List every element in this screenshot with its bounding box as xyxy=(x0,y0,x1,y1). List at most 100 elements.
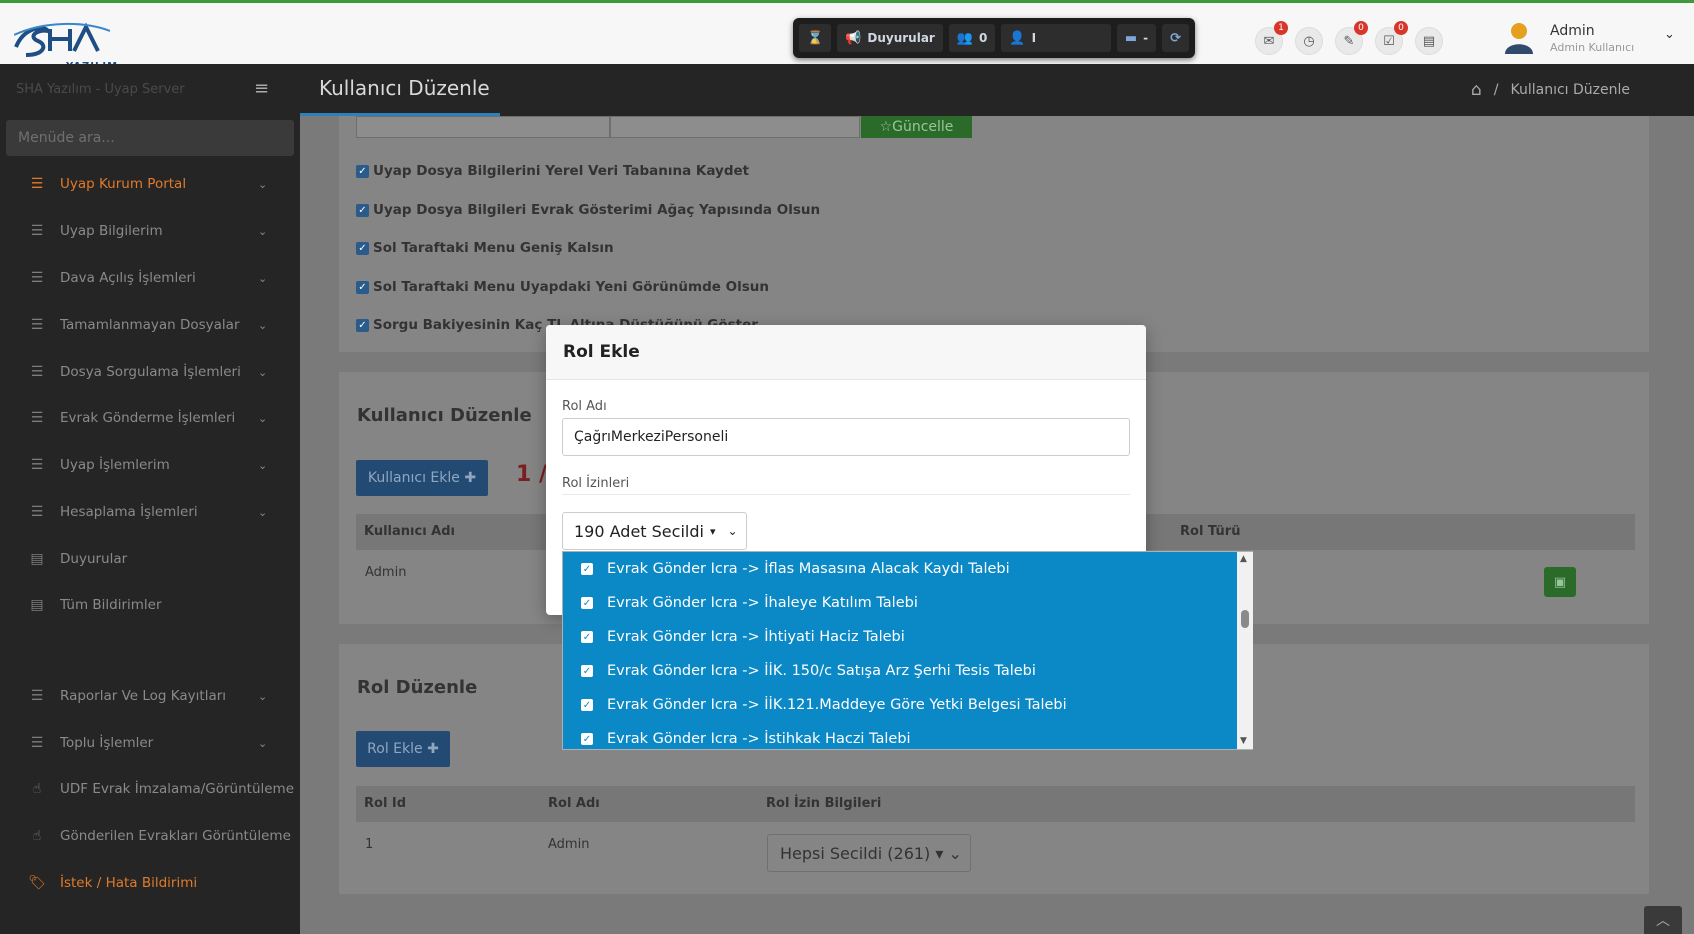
clock-button[interactable]: ◷ xyxy=(1295,27,1323,55)
setting-checkbox-1[interactable]: ✓ Uyap Dosya Bilgilerini Yerel Veri Taban… xyxy=(356,163,749,179)
mail-badge: 1 xyxy=(1274,21,1288,35)
checkbox-checked-icon: ✓ xyxy=(581,665,593,677)
sidebar-item-label: Dosya Sorgulama İşlemleri xyxy=(60,364,241,380)
add-user-button[interactable]: Kullanıcı Ekle ✚ xyxy=(356,460,488,496)
document-button[interactable]: ▤ xyxy=(1415,27,1443,55)
role-name-input[interactable] xyxy=(562,418,1130,456)
plus-icon: ✚ xyxy=(464,470,477,486)
user-name: Admin xyxy=(1550,23,1595,39)
checkbox-checked-icon: ✓ xyxy=(356,203,369,217)
content-header: Kullanıcı Düzenle ⌂ / Kullanıcı Düzenle xyxy=(300,64,1694,116)
sidebar-item-istek-hata[interactable]: 🏷 İstek / Hata Bildirimi xyxy=(0,863,300,903)
chevron-down-icon: ⌄ xyxy=(727,524,738,538)
hand-pointer-icon: ☝ xyxy=(32,828,42,844)
hamburger-menu-icon[interactable]: ≡ xyxy=(254,78,269,99)
hourglass-icon: ⌛ xyxy=(807,30,824,46)
stack-icon: ☰ xyxy=(30,410,44,426)
role-permissions-select[interactable]: Hepsi Secildi (261) ▾ ⌄ xyxy=(767,834,971,872)
sidebar-item-tum-bildirimler[interactable]: ▤ Tüm Bildirimler xyxy=(0,585,300,625)
permissions-dropdown-list: ✓ Evrak Gönder Icra -> İflas Masasına Ala… xyxy=(562,551,1253,750)
list-item[interactable]: ✓ Evrak Gönder Icra -> İhaleye Katılım Ta… xyxy=(581,586,1221,620)
stack-icon: ☰ xyxy=(30,270,44,286)
list-item[interactable]: ✓ Evrak Gönder Icra -> İİK. 150/c Satışa … xyxy=(581,654,1221,688)
online-users-button[interactable]: 👥 0 xyxy=(948,24,996,52)
setting-label: Sol Taraftaki Menu Uyapdaki Yeni Görünüm… xyxy=(373,279,769,295)
home-icon[interactable]: ⌂ xyxy=(1471,80,1482,100)
sidebar-item-uyap-bilgilerim[interactable]: ☰ Uyap Bilgilerim ⌄ xyxy=(0,211,300,251)
quick-toolbar: ⌛ 📢 Duyurular 👥 0 👤 I ▬ - ⟳ xyxy=(793,18,1195,58)
notes-button[interactable]: ✎ 0 xyxy=(1335,21,1368,55)
announcements-button[interactable]: 📢 Duyurular xyxy=(837,24,943,52)
permissions-multiselect-button[interactable]: 190 Adet Secildi ▾ ⌄ xyxy=(562,512,747,550)
chevron-down-icon: ⌄ xyxy=(1664,27,1675,42)
add-role-button[interactable]: Rol Ekle ✚ xyxy=(356,731,450,767)
sidebar-item-tamamlanmayan[interactable]: ☰ Tamamlanmayan Dosyalar ⌄ xyxy=(0,305,300,345)
chevron-down-icon: ⌄ xyxy=(258,458,268,472)
mail-button[interactable]: ✉ 1 xyxy=(1255,21,1288,55)
scroll-top-button[interactable]: ︿ xyxy=(1644,906,1682,934)
sidebar-item-label: Tamamlanmayan Dosyalar xyxy=(60,317,240,333)
scroll-up-arrow-icon[interactable]: ▲ xyxy=(1240,554,1247,564)
sidebar-item-label: Uyap Kurum Portal xyxy=(60,176,187,192)
user-field-button[interactable]: 👤 I xyxy=(1001,24,1111,52)
sidebar-item-label: Tüm Bildirimler xyxy=(60,597,162,613)
sidebar-item-gonderilen-evraklar[interactable]: ☝ Gönderilen Evrakları Görüntüleme xyxy=(0,816,300,856)
stack-icon: ☰ xyxy=(30,317,44,333)
chevron-down-icon: ⌄ xyxy=(258,505,268,519)
option-label: Evrak Gönder Icra -> İİK.121.Maddeye Gör… xyxy=(607,697,1067,713)
list-item[interactable]: ✓ Evrak Gönder Icra -> İİK.121.Maddeye Gö… xyxy=(581,688,1221,722)
sidebar-item-duyurular[interactable]: ▤ Duyurular xyxy=(0,539,300,579)
user-icon: 👤 xyxy=(1009,30,1026,46)
notes-icon: ✎ xyxy=(1343,33,1355,49)
folder-icon: ▬ xyxy=(1124,30,1138,46)
save-row-button[interactable]: ▣ xyxy=(1544,567,1576,597)
refresh-icon: ⟳ xyxy=(1170,30,1181,46)
hand-pointer-icon: ☝ xyxy=(32,781,42,797)
list-icon: ▤ xyxy=(30,551,44,567)
sidebar-item-uyap-kurum-portal[interactable]: ☰ Uyap Kurum Portal ⌄ xyxy=(0,164,300,204)
user-menu[interactable]: Admin Admin Kullanıcı ⌄ xyxy=(1504,21,1684,57)
breadcrumb-separator: / xyxy=(1493,82,1499,98)
sidebar-item-uyap-islemlerim[interactable]: ☰ Uyap İşlemlerim ⌄ xyxy=(0,445,300,485)
menu-search-input[interactable] xyxy=(6,120,294,156)
dropdown-scrollbar[interactable]: ▲ ▼ xyxy=(1237,552,1253,749)
folder-value: - xyxy=(1143,31,1149,45)
sidebar-item-dosya-sorgulama[interactable]: ☰ Dosya Sorgulama İşlemleri ⌄ xyxy=(0,352,300,392)
setting-checkbox-2[interactable]: ✓ Uyap Dosya Bilgileri Evrak Gösterimi Ağ… xyxy=(356,202,820,218)
option-label: Evrak Gönder Icra -> İhaleye Katılım Tal… xyxy=(607,595,918,611)
divider xyxy=(562,494,1130,495)
top-bar: YAZILIM ⌛ 📢Duyurular 👥0 👤I ▬- ⟳ ✉1 ◷ ✎0 … xyxy=(0,0,1694,72)
sidebar-item-hesaplama[interactable]: ☰ Hesaplama İşlemleri ⌄ xyxy=(0,492,300,532)
sha-logo[interactable]: YAZILIM xyxy=(13,17,117,72)
update-button[interactable]: ☆ Güncelle xyxy=(861,116,972,138)
notification-icons: ✉ 1 ◷ ✎ 0 ☑ 0 ▤ xyxy=(1255,21,1443,55)
stack-icon: ☰ xyxy=(30,176,44,192)
list-item[interactable]: ✓ Evrak Gönder Icra -> İhtiyati Haciz Tal… xyxy=(581,620,1221,654)
folder-button[interactable]: ▬ - xyxy=(1116,24,1157,52)
list-item[interactable]: ✓ Evrak Gönder Icra -> İflas Masasına Ala… xyxy=(581,552,1221,586)
stack-icon: ☰ xyxy=(30,504,44,520)
hourglass-button[interactable]: ⌛ xyxy=(799,24,832,52)
refresh-button[interactable]: ⟳ xyxy=(1162,24,1189,52)
option-label: Evrak Gönder Icra -> İİK. 150/c Satışa A… xyxy=(607,663,1036,679)
sidebar-title: SHA Yazılım - Uyap Server xyxy=(16,82,185,97)
time-input-2[interactable] xyxy=(610,116,860,138)
time-input-1[interactable] xyxy=(356,116,610,138)
sidebar-item-raporlar[interactable]: ☰ Raporlar Ve Log Kayıtları ⌄ xyxy=(0,676,300,716)
sidebar-item-evrak-gonderme[interactable]: ☰ Evrak Gönderme İşlemleri ⌄ xyxy=(0,398,300,438)
notes-badge: 0 xyxy=(1354,21,1368,35)
column-header: Rol Adı xyxy=(548,796,600,811)
setting-checkbox-4[interactable]: ✓ Sol Taraftaki Menu Uyapdaki Yeni Görünü… xyxy=(356,279,769,295)
role-section-title: Rol Düzenle xyxy=(357,677,478,698)
sidebar-item-toplu-islemler[interactable]: ☰ Toplu İşlemler ⌄ xyxy=(0,723,300,763)
calendar-button[interactable]: ☑ 0 xyxy=(1375,21,1408,55)
list-item[interactable]: ✓ Evrak Gönder Icra -> İstihkak Haczi Tal… xyxy=(581,722,1221,756)
sidebar-item-udf-evrak[interactable]: ☝ UDF Evrak İmzalama/Görüntüleme xyxy=(0,769,300,809)
setting-label: Sol Taraftaki Menu Geniş Kalsın xyxy=(373,240,614,256)
sidebar-item-label: UDF Evrak İmzalama/Görüntüleme xyxy=(60,781,295,797)
checkbox-checked-icon: ✓ xyxy=(581,699,593,711)
sidebar-item-dava-acilis[interactable]: ☰ Dava Açılış İşlemleri ⌄ xyxy=(0,258,300,298)
scrollbar-thumb[interactable] xyxy=(1241,610,1249,628)
setting-checkbox-3[interactable]: ✓ Sol Taraftaki Menu Geniş Kalsın xyxy=(356,240,614,256)
scroll-down-arrow-icon[interactable]: ▼ xyxy=(1240,736,1247,746)
